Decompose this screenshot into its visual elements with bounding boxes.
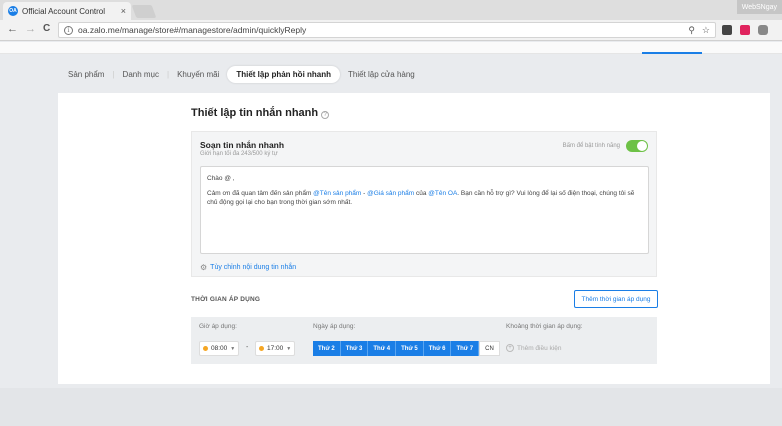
page-title: Thiết lập tin nhắn nhanh? [191, 107, 330, 119]
plus-icon: + [506, 344, 514, 352]
bookmark-star-icon[interactable]: ☆ [702, 25, 710, 36]
enable-feature-toggle[interactable] [626, 140, 648, 152]
range-label: Khoảng thời gian áp dụng: [506, 323, 583, 330]
tag-oa-name: @Tên OA [428, 190, 458, 197]
store-subnav: Sản phẩm | Danh mục | Khuyến mãi Thiết l… [60, 64, 423, 84]
add-time-button[interactable]: Thêm thời gian áp dụng [574, 290, 658, 308]
sun-icon [259, 346, 264, 351]
tab-close-icon[interactable]: × [121, 6, 126, 16]
toggle-label: Bấm để bật tính năng [562, 143, 620, 149]
add-condition-button[interactable]: + Thêm điều kiện [506, 344, 561, 352]
tab-title: Official Account Control [22, 6, 106, 16]
day-fri[interactable]: Thứ 6 [423, 341, 452, 356]
day-label: Ngày áp dụng: [313, 323, 356, 330]
day-mon[interactable]: Thứ 2 [313, 341, 341, 356]
customize-message-label: Tùy chỉnh nội dung tin nhắn [210, 264, 297, 271]
subnav-item-products[interactable]: Sản phẩm [60, 70, 112, 79]
url-text[interactable]: oa.zalo.me/manage/store#/managestore/adm… [78, 25, 681, 35]
browser-tab[interactable]: OA Official Account Control × [3, 2, 131, 20]
top-nav-strip [0, 42, 782, 54]
zalo-oa-favicon-icon: OA [8, 6, 18, 16]
sun-icon [203, 346, 208, 351]
subnav-item-categories[interactable]: Danh mục [115, 70, 167, 79]
tag-product-price: @Giá sản phẩm [367, 190, 415, 197]
site-info-icon[interactable]: i [64, 25, 73, 35]
subnav-item-promotions[interactable]: Khuyến mãi [169, 70, 227, 79]
day-wed[interactable]: Thứ 4 [368, 341, 397, 356]
day-tue[interactable]: Thứ 3 [340, 341, 369, 356]
gear-icon: ⚙ [200, 263, 208, 272]
main-card: Thiết lập tin nhắn nhanh? Soạn tin nhắn … [58, 93, 770, 384]
back-arrow-icon[interactable]: ← [7, 23, 18, 35]
forward-arrow-icon[interactable]: → [25, 23, 36, 35]
help-icon[interactable]: ? [321, 111, 330, 119]
address-bar[interactable]: i oa.zalo.me/manage/store#/managestore/a… [58, 22, 716, 38]
browser-profile-label[interactable]: WebSNgay [736, 0, 782, 14]
subnav-item-store-settings[interactable]: Thiết lập cửa hàng [340, 70, 423, 79]
compose-panel: Soạn tin nhắn nhanh Giới hạn tối đa 243/… [191, 131, 657, 277]
browser-tab-bar: OA Official Account Control × WebSNgay [0, 0, 782, 20]
customize-message-link[interactable]: ⚙ Tùy chỉnh nội dung tin nhắn [200, 263, 296, 272]
tag-product-name: @Tên sản phẩm [313, 190, 362, 197]
zoom-icon[interactable]: ⚲ [688, 25, 695, 36]
camera-extension-icon[interactable] [758, 25, 768, 35]
page-title-text: Thiết lập tin nhắn nhanh [191, 107, 319, 119]
extension-red-icon[interactable] [740, 25, 750, 35]
active-nav-indicator [642, 52, 702, 54]
compose-title: Soạn tin nhắn nhanh [200, 140, 285, 150]
end-time-select[interactable]: 17:00 ▼ [255, 341, 296, 356]
day-sat[interactable]: Thứ 7 [451, 341, 480, 356]
message-body: Cảm ơn đã quan tâm đến sản phẩm @Tên sản… [207, 190, 635, 206]
schedule-title: THỜI GIAN ÁP DỤNG [191, 296, 261, 303]
day-selector: Thứ 2 Thứ 3 Thứ 4 Thứ 5 Thứ 6 Thứ 7 CN [313, 341, 500, 356]
schedule-panel: Giờ áp dụng: Ngày áp dụng: Khoảng thời g… [191, 317, 657, 364]
start-time-select[interactable]: 08:00 ▼ [199, 341, 240, 356]
new-tab-button[interactable] [131, 5, 157, 18]
day-sun[interactable]: CN [479, 341, 500, 356]
day-thu[interactable]: Thứ 5 [396, 341, 424, 356]
time-range-dash: - [246, 344, 249, 351]
message-textarea[interactable]: Chào @ , Cảm ơn đã quan tâm đến sản phẩm… [200, 166, 649, 254]
message-greeting: Chào @ , [207, 175, 235, 182]
page-footer-area [0, 388, 782, 426]
chevron-down-icon: ▼ [230, 345, 236, 352]
chevron-down-icon: ▼ [286, 345, 292, 352]
extension-icon[interactable] [722, 25, 732, 35]
browser-toolbar: ← → C i oa.zalo.me/manage/store#/manages… [0, 20, 782, 41]
subnav-item-quick-reply[interactable]: Thiết lập phản hồi nhanh [227, 65, 341, 83]
time-label: Giờ áp dụng: [199, 323, 237, 330]
char-limit-text: Giới hạn tối đa 243/500 ký tự [200, 151, 278, 157]
reload-icon[interactable]: C [43, 23, 50, 34]
